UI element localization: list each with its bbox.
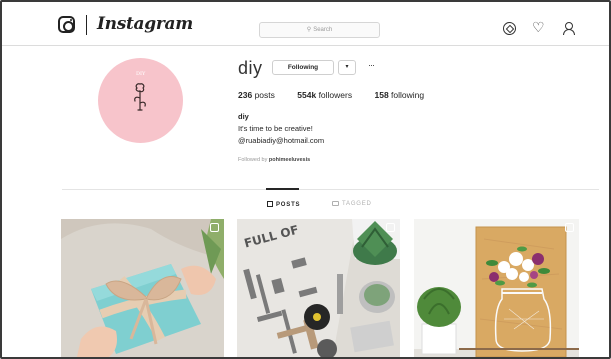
post-thumbnail-tools[interactable]: FULL OF — [237, 219, 400, 357]
grid-icon — [267, 201, 273, 207]
bio-email: @ruabiadiy@hotmail.com — [238, 136, 325, 145]
bio-tagline: It's time to be creative! — [238, 124, 313, 133]
profile-avatar[interactable]: DIY — [98, 58, 183, 143]
more-options-icon[interactable]: ··· — [364, 60, 378, 75]
following-stat[interactable]: 158 following — [374, 90, 424, 100]
search-icon: ⚲ — [306, 27, 312, 33]
following-button[interactable]: Following — [272, 60, 334, 75]
multiple-photos-icon — [210, 223, 219, 232]
tab-tagged[interactable]: TAGGED — [332, 201, 372, 207]
post-thumbnail-gift[interactable] — [61, 219, 224, 357]
tab-posts[interactable]: POSTS — [267, 201, 300, 208]
followers-stat[interactable]: 554k followers — [297, 90, 352, 100]
multiple-photos-icon — [565, 223, 574, 232]
profile-stats: 236 posts 554k followers 158 following — [238, 90, 444, 100]
search-input[interactable]: ⚲ Search — [259, 22, 380, 38]
tools-flatlay-photo: FULL OF — [237, 219, 400, 357]
chevron-down-icon[interactable]: ▾ — [338, 60, 356, 75]
compass-icon[interactable] — [503, 22, 516, 35]
profile-username: diy — [238, 58, 263, 78]
instagram-wordmark[interactable]: Instagram — [97, 14, 193, 34]
followed-by[interactable]: Followed by pohimeeluvesis — [238, 157, 310, 163]
posts-stat: 236 posts — [238, 90, 275, 100]
bio-name: diy — [238, 112, 249, 121]
tabs-divider — [62, 189, 599, 190]
search-placeholder: Search — [313, 27, 333, 33]
avatar-text: DIY — [136, 71, 146, 77]
tag-icon — [332, 201, 339, 206]
post-thumbnail-string-art[interactable] — [414, 219, 579, 357]
active-tab-indicator — [266, 188, 299, 190]
top-nav: Instagram ⚲ Search ♡ — [2, 2, 609, 46]
flower-logo-icon: DIY — [134, 71, 146, 111]
instagram-logo-icon[interactable] — [58, 16, 75, 33]
string-art-photo — [414, 219, 579, 357]
browser-window: Instagram ⚲ Search ♡ DIY diy Following ▾ … — [0, 0, 611, 359]
multiple-photos-icon — [386, 223, 395, 232]
gift-photo — [61, 219, 224, 357]
profile-icon[interactable] — [562, 22, 575, 35]
logo-divider — [86, 15, 87, 35]
heart-icon[interactable]: ♡ — [532, 20, 545, 34]
